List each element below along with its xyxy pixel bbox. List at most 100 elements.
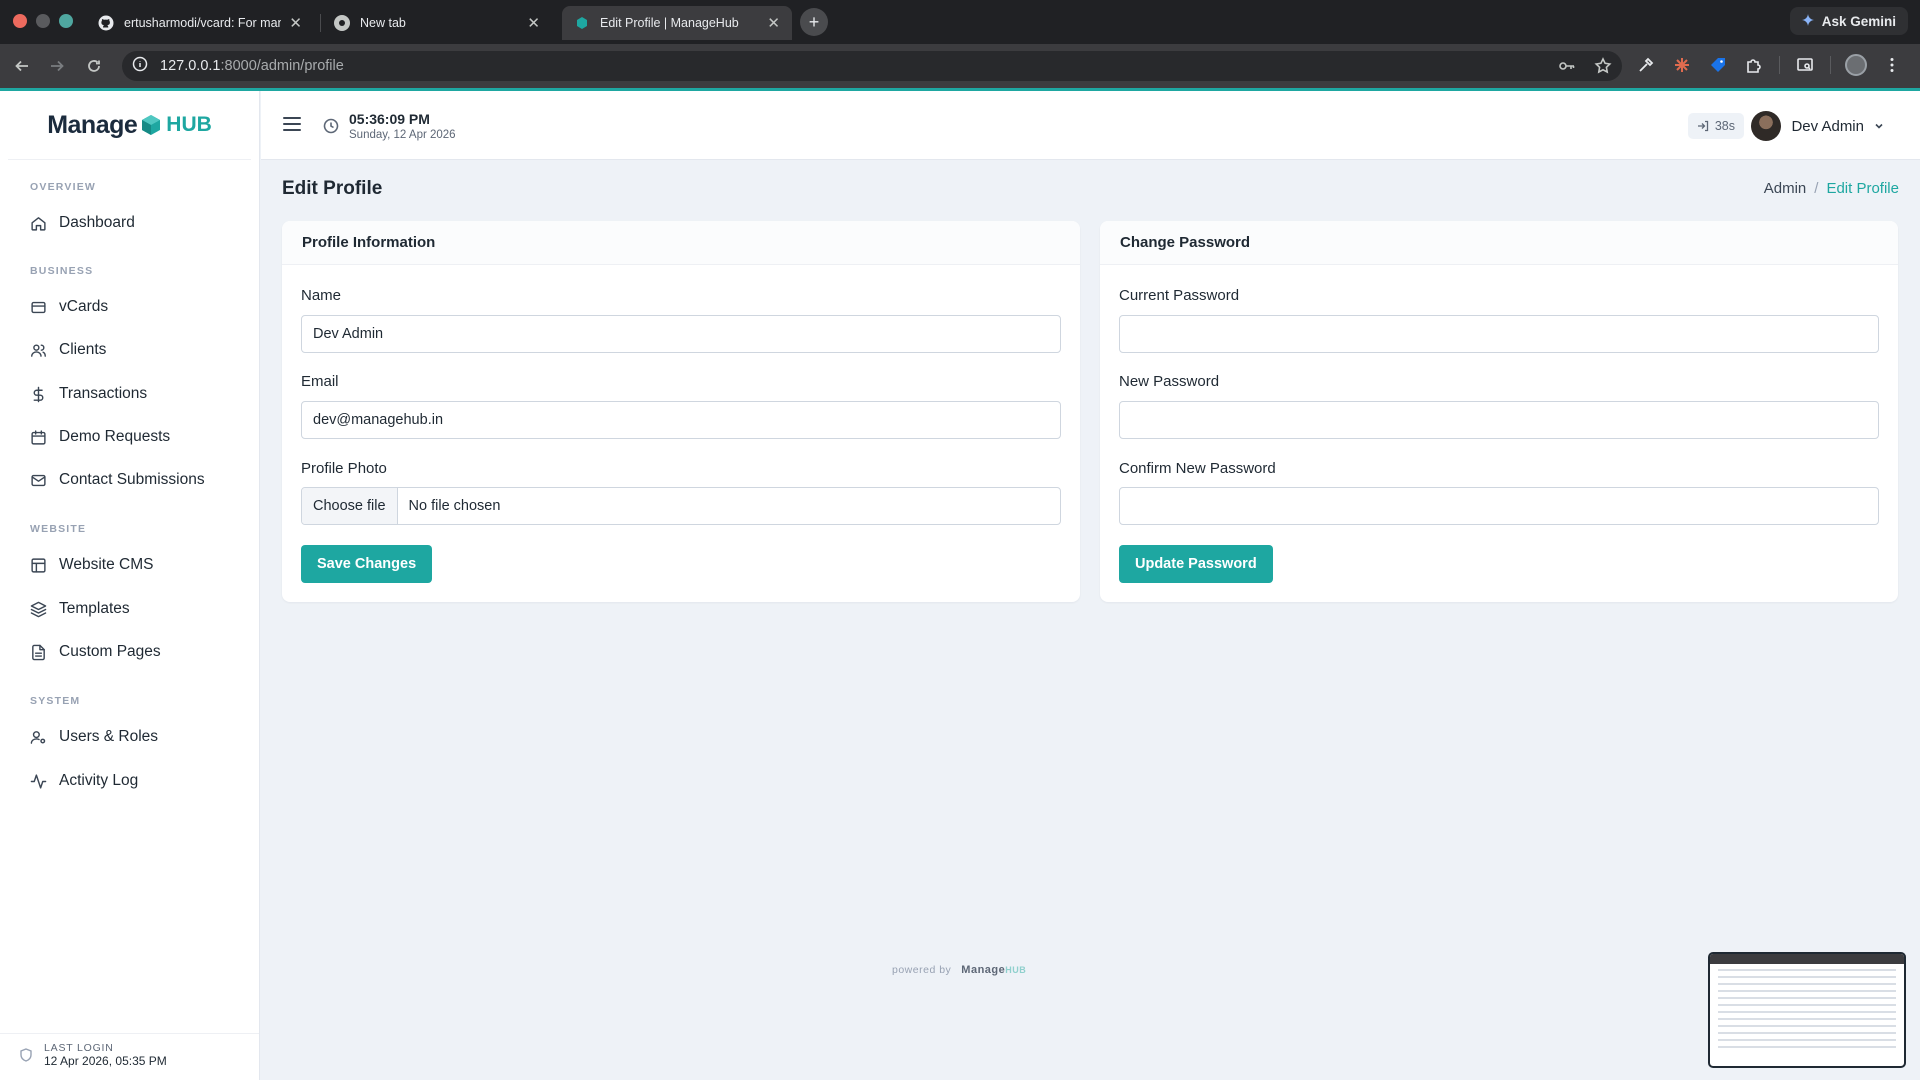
sidebar-item-clients[interactable]: Clients [30, 341, 106, 359]
menu-toggle-icon[interactable] [283, 117, 301, 131]
browser-tab-newtab[interactable]: New tab ✕ [322, 6, 552, 40]
tag-extension-icon[interactable] [1707, 54, 1729, 76]
sidebar-item-label: Website CMS [59, 556, 154, 573]
app-viewport: Manage HUB OVERVIEW Dashboard BUSINESS v… [0, 88, 1920, 1080]
sidebar-item-vcards[interactable]: vCards [30, 298, 108, 316]
dollar-icon [33, 386, 44, 402]
nav-section-system: SYSTEM [30, 695, 81, 707]
choose-file-button[interactable]: Choose file [302, 488, 398, 524]
tab-title: ertusharmodi/vcard: For man [124, 16, 282, 30]
new-password-input[interactable] [1119, 401, 1879, 439]
sidebar-item-label: Demo Requests [59, 428, 171, 445]
clock-icon [323, 118, 339, 134]
bookmark-star-icon[interactable] [1594, 57, 1612, 80]
session-timer-badge: 38s [1687, 113, 1744, 139]
sidebar-item-label: vCards [59, 298, 109, 315]
sidebar-item-dashboard[interactable]: Dashboard [30, 214, 135, 232]
user-name: Dev Admin [1791, 117, 1864, 135]
site-info-icon[interactable] [132, 56, 148, 77]
session-timer-value: 38s [1714, 119, 1735, 133]
email-label: Email [301, 373, 339, 390]
users-icon [31, 343, 46, 357]
gemini-sparkle-icon [1801, 13, 1814, 29]
browser-profile-avatar[interactable] [1845, 54, 1867, 76]
card-title: Change Password [1100, 221, 1898, 265]
last-login-value: 12 Apr 2026, 05:35 PM [44, 1054, 167, 1068]
mail-icon [31, 474, 46, 486]
close-tab-icon[interactable]: ✕ [767, 14, 780, 32]
card-icon [31, 301, 46, 313]
profile-photo-file-input[interactable]: Choose file No file chosen [301, 487, 1061, 525]
sidebar-item-templates[interactable]: Templates [30, 600, 130, 618]
extensions-puzzle-icon[interactable] [1743, 54, 1765, 76]
topbar: 05:36:09 PM Sunday, 12 Apr 2026 38s Dev … [261, 91, 1920, 160]
claude-extension-icon[interactable] [1671, 54, 1693, 76]
sidebar-item-demo-requests[interactable]: Demo Requests [30, 428, 170, 446]
tab-search-icon[interactable] [1794, 54, 1816, 76]
sidebar-item-label: Activity Log [59, 772, 139, 789]
close-tab-icon[interactable]: ✕ [289, 14, 302, 32]
activity-icon [30, 773, 47, 789]
github-icon [98, 15, 114, 31]
profile-information-card: Profile Information Name Email Profile P… [282, 221, 1080, 602]
powered-by-footer: powered by ManageHUB [892, 964, 1026, 976]
more-options-icon[interactable] [1881, 54, 1903, 76]
close-tab-icon[interactable]: ✕ [527, 14, 540, 32]
back-arrow-icon[interactable] [10, 54, 34, 78]
browser-tabstrip: ertusharmodi/vcard: For man ✕ New tab ✕ … [0, 0, 1920, 44]
sidebar-item-website-cms[interactable]: Website CMS [30, 556, 153, 574]
close-window-button[interactable] [13, 14, 27, 28]
breadcrumb-admin-link[interactable]: Admin [1764, 180, 1807, 197]
profile-photo-label: Profile Photo [301, 460, 387, 477]
password-key-icon[interactable] [1558, 57, 1576, 80]
forward-arrow-icon[interactable] [45, 54, 69, 78]
name-input[interactable] [301, 315, 1061, 353]
clock-widget: 05:36:09 PM Sunday, 12 Apr 2026 [323, 111, 456, 141]
user-cog-icon [30, 730, 46, 744]
powered-by-text: powered by [892, 964, 952, 976]
last-login-info: LAST LOGIN 12 Apr 2026, 05:35 PM [20, 1042, 167, 1068]
breadcrumb-current: Edit Profile [1826, 180, 1899, 197]
login-arrow-icon [1697, 120, 1708, 132]
shield-icon [20, 1048, 32, 1062]
browser-tab-github[interactable]: ertusharmodi/vcard: For man ✕ [86, 6, 314, 40]
minimize-window-button[interactable] [36, 14, 50, 28]
sidebar-item-label: Templates [59, 600, 130, 617]
sidebar-item-contact-submissions[interactable]: Contact Submissions [30, 471, 205, 489]
tab-title: Edit Profile | ManageHub [600, 16, 739, 30]
browser-tab-active[interactable]: Edit Profile | ManageHub ✕ [562, 6, 792, 40]
ask-gemini-label: Ask Gemini [1821, 13, 1896, 29]
sidebar-item-label: Dashboard [59, 214, 135, 231]
user-menu-toggle[interactable]: Dev Admin [1751, 111, 1884, 141]
confirm-password-input[interactable] [1119, 487, 1879, 525]
ask-gemini-button[interactable]: Ask Gemini [1789, 7, 1908, 35]
page-title: Edit Profile [282, 178, 383, 199]
new-tab-button[interactable]: + [800, 8, 828, 36]
address-bar[interactable]: 127.0.0.1:8000/admin/profile [122, 51, 1622, 81]
sidebar-item-transactions[interactable]: Transactions [30, 385, 147, 403]
managehub-icon [574, 15, 590, 31]
update-password-button[interactable]: Update Password [1119, 545, 1273, 583]
sidebar-item-custom-pages[interactable]: Custom Pages [30, 643, 161, 661]
sidebar-item-label: Contact Submissions [59, 471, 205, 488]
browser-toolbar: 127.0.0.1:8000/admin/profile [0, 44, 1920, 88]
calendar-icon [31, 429, 46, 445]
sidebar-item-users-roles[interactable]: Users & Roles [30, 728, 158, 746]
layers-icon [30, 601, 47, 617]
save-changes-button[interactable]: Save Changes [301, 545, 433, 583]
fullscreen-window-button[interactable] [59, 14, 73, 28]
footer-logo: ManageHUB [961, 964, 1027, 976]
no-file-chosen-text: No file chosen [408, 498, 501, 514]
nav-section-website: WEBSITE [30, 523, 87, 535]
eyedropper-extension-icon[interactable] [1635, 54, 1657, 76]
screen-share-thumbnail[interactable] [1708, 952, 1906, 1068]
reload-icon[interactable] [82, 54, 106, 78]
sidebar-item-label: Custom Pages [59, 643, 161, 660]
layout-icon [31, 557, 46, 573]
email-input[interactable] [301, 401, 1061, 439]
managehub-logo[interactable]: Manage HUB [8, 91, 251, 160]
current-password-input[interactable] [1119, 315, 1879, 353]
sidebar-item-activity-log[interactable]: Activity Log [30, 772, 138, 790]
sidebar-item-label: Clients [59, 341, 107, 358]
url-text: 127.0.0.1:8000/admin/profile [160, 58, 344, 74]
